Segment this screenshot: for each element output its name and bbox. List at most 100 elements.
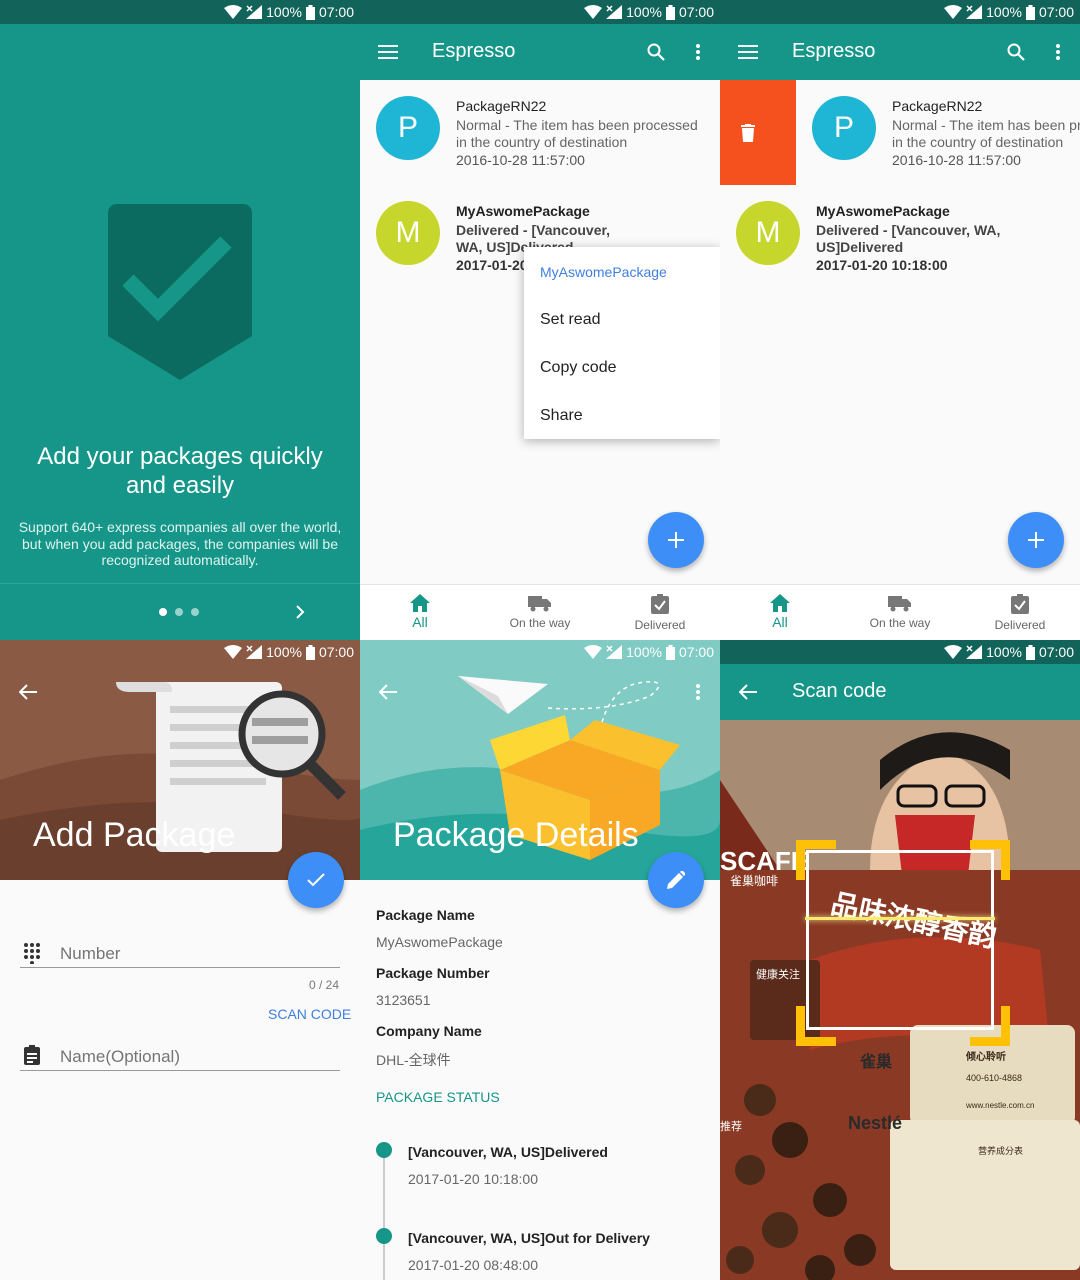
truck-icon — [888, 596, 911, 612]
package-status-header: PACKAGE STATUS — [376, 1089, 500, 1105]
battery-icon — [305, 4, 315, 20]
plus-icon — [668, 532, 684, 548]
page-indicator — [159, 608, 199, 616]
confirm-fab[interactable] — [288, 852, 344, 908]
app-title: Espresso — [432, 40, 516, 62]
edit-fab[interactable] — [648, 852, 704, 908]
battery-text: 100% — [266, 4, 302, 20]
context-menu-header: MyAswomePackage — [540, 264, 667, 280]
check-icon — [307, 873, 325, 887]
add-package-fab[interactable] — [1008, 512, 1064, 568]
tab-label: Delivered — [634, 618, 686, 632]
company-name-value: DHL-全球件 — [376, 1052, 451, 1068]
status-bar: 100% 07:00 — [0, 0, 360, 24]
scan-frame-corners — [796, 840, 1010, 1046]
battery-icon — [1025, 4, 1035, 20]
search-button[interactable] — [640, 36, 672, 68]
tab-on-the-way[interactable]: On the way — [480, 585, 600, 640]
app-title: Espresso — [792, 40, 876, 62]
menu-item-set-read[interactable]: Set read — [540, 311, 600, 329]
item-status: Normal - The item has been processed in … — [892, 117, 1080, 150]
back-button[interactable] — [732, 676, 764, 708]
timeline-event: [Vancouver, WA, US]Out for Delivery — [408, 1230, 650, 1246]
package-number-label: Package Number — [376, 965, 490, 981]
camera-preview: SCAFE 雀巢咖啡 品味浓醇香韵 健康关注 雀巢 Nestlé 倾心聆听 40… — [720, 720, 1080, 1280]
tab-label: On the way — [509, 616, 571, 630]
wifi-icon — [584, 645, 603, 659]
status-bar: 100% 07:00 — [360, 640, 720, 664]
battery-text: 100% — [626, 4, 662, 20]
battery-text: 100% — [266, 644, 302, 660]
scan-code-button[interactable]: SCAN CODE — [268, 1006, 351, 1022]
app-toolbar: Espresso — [720, 24, 1080, 80]
truck-icon — [528, 596, 551, 612]
battery-icon — [305, 644, 315, 660]
item-time: 2017-01-20 10:18:00 — [816, 257, 948, 273]
wifi-icon — [224, 5, 243, 19]
header-illustration: Add Package — [0, 640, 360, 880]
battery-text: 100% — [986, 4, 1022, 20]
context-menu: MyAswomePackage Set read Copy code Share — [524, 247, 720, 439]
package-number-value: 3123651 — [376, 992, 431, 1008]
dialpad-icon — [24, 943, 40, 964]
battery-icon — [1025, 644, 1035, 660]
add-package-fab[interactable] — [648, 512, 704, 568]
timeline-line — [383, 1150, 385, 1280]
chevron-right-icon — [296, 605, 305, 619]
next-button[interactable] — [284, 596, 316, 628]
tab-delivered[interactable]: Delivered — [600, 585, 720, 640]
page-title: Add Package — [33, 816, 236, 854]
arrow-back-icon — [379, 684, 397, 700]
battery-icon — [665, 4, 675, 20]
poster-hotline-title: 倾心聆听 — [966, 1052, 1006, 1063]
page-title: Package Details — [393, 816, 639, 854]
swipe-delete-background[interactable] — [720, 80, 796, 185]
item-time: 2016-10-28 11:57:00 — [892, 152, 1021, 168]
list-item[interactable]: M MyAswomePackage Delivered - [Vancouver… — [720, 185, 1080, 290]
app-title: Scan code — [792, 680, 887, 702]
search-button[interactable] — [1000, 36, 1032, 68]
signal-icon — [606, 645, 623, 659]
tab-delivered[interactable]: Delivered — [960, 585, 1080, 640]
hamburger-icon — [738, 45, 758, 59]
number-input[interactable] — [60, 940, 340, 968]
item-title: PackageRN22 — [456, 98, 547, 114]
onboarding-screen: 100% 07:00 Add your packages quickly and… — [0, 0, 360, 640]
menu-item-share[interactable]: Share — [540, 407, 583, 425]
scan-laser-line — [805, 917, 995, 920]
page-dot — [175, 608, 183, 616]
package-name-value: MyAswomePackage — [376, 934, 503, 950]
avatar: M — [736, 201, 800, 265]
tab-label: All — [772, 614, 788, 630]
wifi-icon — [944, 645, 963, 659]
overflow-menu-button[interactable] — [1046, 36, 1070, 68]
overflow-menu-button[interactable] — [686, 676, 710, 708]
avatar: P — [376, 96, 440, 160]
tab-all[interactable]: All — [720, 585, 840, 640]
onboarding-body: Support 640+ express companies all over … — [18, 519, 342, 568]
list-item-swiped[interactable]: P PackageRN22 Normal - The item has been… — [796, 80, 1080, 185]
onboarding-footer — [0, 583, 360, 640]
item-status: Normal - The item has been processed in … — [456, 117, 698, 150]
clipboard-icon — [24, 1045, 40, 1065]
back-button[interactable] — [12, 676, 44, 708]
menu-button[interactable] — [732, 36, 764, 68]
list-item[interactable]: P PackageRN22 Normal - The item has been… — [360, 80, 720, 185]
item-title: MyAswomePackage — [816, 203, 950, 219]
plus-icon — [1028, 532, 1044, 548]
hamburger-icon — [378, 45, 398, 59]
more-vert-icon — [696, 684, 700, 700]
menu-item-copy-code[interactable]: Copy code — [540, 359, 617, 377]
tab-all[interactable]: All — [360, 585, 480, 640]
tab-on-the-way[interactable]: On the way — [840, 585, 960, 640]
back-button[interactable] — [372, 676, 404, 708]
overflow-menu-button[interactable] — [686, 36, 710, 68]
poster-hotline: 400-610-4868 — [966, 1073, 1023, 1083]
tab-label: Delivered — [994, 618, 1046, 632]
item-time: 2016-10-28 11:57:00 — [456, 152, 585, 168]
menu-button[interactable] — [372, 36, 404, 68]
page-dot — [191, 608, 199, 616]
name-input[interactable] — [60, 1043, 340, 1071]
tab-label: On the way — [869, 616, 931, 630]
timeline-dot — [376, 1228, 392, 1244]
